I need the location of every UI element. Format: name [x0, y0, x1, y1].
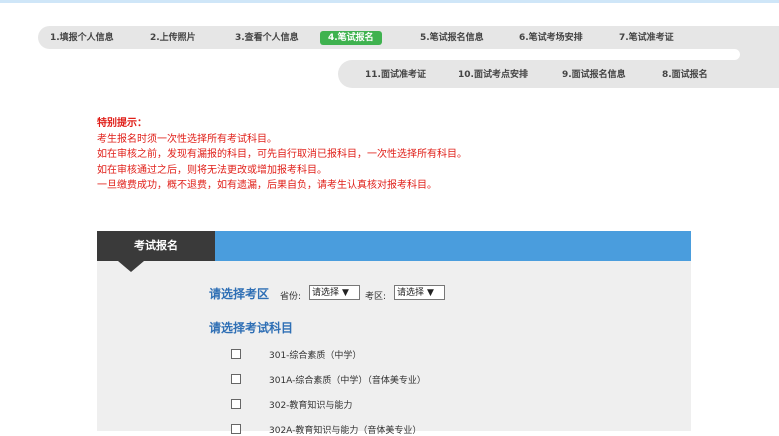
- step-1[interactable]: 1.填报个人信息: [50, 31, 114, 45]
- chevron-down-icon: ▼: [427, 288, 434, 298]
- special-notice: 特别提示： 考生报名时须一次性选择所有考试科目。 如在审核之前，发现有漏报的科目…: [97, 116, 467, 194]
- subject-checkbox[interactable]: [231, 424, 241, 434]
- notice-line-3: 如在审核通过之后，则将无法更改或增加报考科目。: [97, 164, 327, 176]
- chevron-down-icon: ▼: [342, 288, 349, 298]
- province-select[interactable]: 请选择 ▼: [309, 285, 360, 300]
- district-label: 考区:: [365, 292, 387, 302]
- province-select-value: 请选择: [312, 288, 340, 298]
- step-4-active[interactable]: 4.笔试报名: [320, 31, 382, 45]
- tab-pointer-icon: [118, 261, 144, 272]
- notice-title: 特别提示：: [97, 118, 147, 129]
- subject-label: 302A-教育知识与能力（音体美专业）: [269, 426, 422, 436]
- subject-label: 301-综合素质（中学）: [269, 351, 362, 361]
- district-select-value: 请选择: [397, 288, 425, 298]
- panel-body: 请选择考区 省份: 请选择 ▼ 考区: 请选择 ▼ 请选择考试科目 301-综合素质…: [97, 261, 691, 436]
- notice-line-1: 考生报名时须一次性选择所有考试科目。: [97, 133, 277, 145]
- subject-section-title: 请选择考试科目: [209, 321, 294, 335]
- notice-line-2: 如在审核之前，发现有漏报的科目，可先自行取消已报科目，一次性选择所有科目。: [97, 149, 467, 160]
- subject-checkbox[interactable]: [231, 399, 241, 409]
- subject-checkbox[interactable]: [231, 374, 241, 384]
- step-3[interactable]: 3.查看个人信息: [235, 31, 299, 45]
- province-label: 省份:: [280, 292, 302, 302]
- subject-label: 302-教育知识与能力: [269, 401, 353, 411]
- top-border: [0, 0, 779, 3]
- exam-registration-tab: 考试报名: [97, 231, 215, 261]
- step-9[interactable]: 9.面试报名信息: [562, 68, 626, 82]
- step-8[interactable]: 8.面试报名: [662, 68, 708, 82]
- district-select[interactable]: 请选择 ▼: [394, 285, 445, 300]
- step-track-gap: [300, 49, 740, 60]
- step-5[interactable]: 5.笔试报名信息: [420, 31, 484, 45]
- step-10[interactable]: 10.面试考点安排: [458, 68, 528, 82]
- step-2[interactable]: 2.上传照片: [150, 31, 196, 45]
- step-7[interactable]: 7.笔试准考证: [619, 31, 674, 45]
- notice-line-4: 一旦缴费成功，概不退费，如有遗漏，后果自负，请考生认真核对报考科目。: [97, 180, 437, 191]
- subject-checkbox[interactable]: [231, 349, 241, 359]
- subject-label: 301A-综合素质（中学）（音体美专业）: [269, 376, 426, 386]
- region-section-title: 请选择考区: [209, 287, 270, 301]
- step-6[interactable]: 6.笔试考场安排: [519, 31, 583, 45]
- step-11[interactable]: 11.面试准考证: [365, 68, 426, 82]
